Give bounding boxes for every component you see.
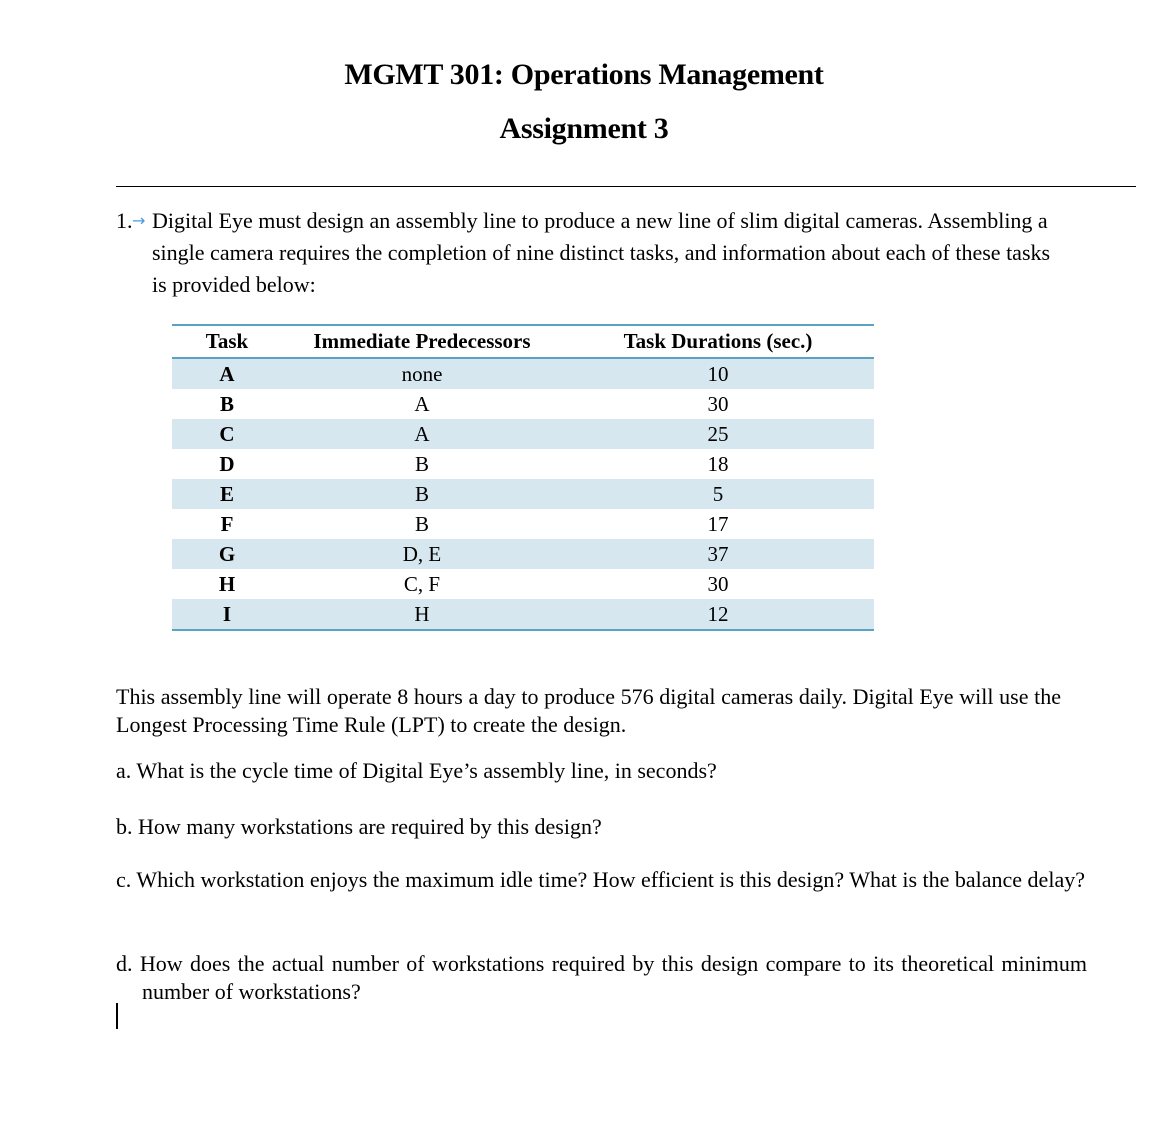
question-d: d. How does the actual number of worksta… [116, 951, 1087, 1004]
cell-predecessors: D, E [282, 539, 562, 569]
horizontal-rule [116, 186, 1136, 187]
cell-duration: 30 [707, 571, 729, 596]
cell-task: A [172, 358, 282, 389]
question-1: 1. → Digital Eye must design an assembly… [116, 205, 1052, 301]
question-number: 1. [116, 208, 133, 233]
cell-duration: 37 [562, 539, 874, 569]
table-row: Anone 10 [172, 358, 874, 389]
table-row: EB5 [172, 479, 874, 509]
cell-task: E [172, 479, 282, 509]
cell-predecessors: B [414, 511, 429, 536]
tab-arrow-icon: → [132, 211, 146, 230]
text-cursor[interactable] [116, 1003, 118, 1029]
cell-task: B [219, 391, 234, 416]
header-durations: Task Durations (sec.) [562, 324, 874, 359]
table-header-row: Task Immediate Predecessors Task Duratio… [172, 324, 874, 359]
header-task: Task [172, 324, 282, 359]
table-row: D B 18 [172, 449, 874, 479]
cell-task: H [218, 571, 236, 596]
cell-task: C [172, 419, 282, 449]
cell-predecessors: A [282, 419, 562, 449]
table-row: I H 12 [172, 599, 874, 631]
cell-duration: 12 [562, 599, 874, 631]
table-row: B A 30 [172, 389, 874, 419]
question-b: b. How many workstations are required by… [116, 814, 602, 839]
cell-task: I [172, 599, 282, 631]
cell-predecessors: A [414, 391, 430, 416]
cell-duration: 25 [562, 419, 874, 449]
cell-predecessors: H [282, 599, 562, 631]
table-row: C A 25 [172, 419, 874, 449]
cell-duration: 30 [707, 391, 729, 416]
cell-predecessors: B [414, 451, 429, 476]
cell-duration: 18 [707, 451, 729, 476]
cell-duration: 10 [562, 358, 874, 389]
cell-task: G [172, 539, 282, 569]
cell-task: D [219, 451, 235, 476]
cell-predecessors: B [282, 479, 562, 509]
document-subtitle: Assignment 3 [499, 112, 669, 145]
cell-predecessors: C, F [403, 571, 441, 596]
table-row: H C, F 30 [172, 569, 874, 599]
cell-duration: 5 [562, 479, 874, 509]
question-c: c. Which workstation enjoys the maximum … [116, 867, 1085, 892]
header-predecessors: Immediate Predecessors [282, 324, 562, 359]
cell-duration: 17 [707, 511, 729, 536]
context-paragraph: This assembly line will operate 8 hours … [116, 684, 1061, 737]
table-row: G D, E 37 [172, 539, 874, 569]
table-row: F B 17 [172, 509, 874, 539]
cell-task: F [220, 511, 234, 536]
question-a: a. What is the cycle time of Digital Eye… [116, 758, 717, 783]
task-table: Task Immediate Predecessors Task Duratio… [172, 324, 874, 631]
question-1-intro: Digital Eye must design an assembly line… [152, 208, 1051, 297]
document-title: MGMT 301: Operations Management [344, 58, 824, 91]
cell-predecessors: none [282, 358, 562, 389]
